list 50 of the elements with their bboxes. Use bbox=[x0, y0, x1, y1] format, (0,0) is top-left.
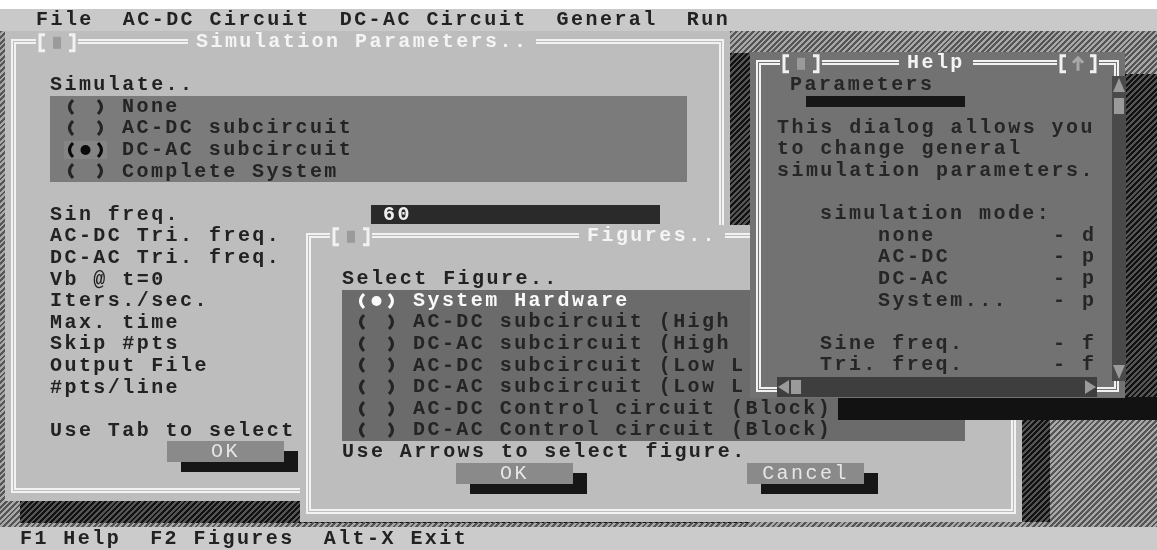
field-label: #pts/line bbox=[50, 376, 181, 399]
group-label: Simulate.. bbox=[50, 74, 195, 96]
help-term: AC-DC bbox=[878, 246, 952, 268]
close-icon[interactable] bbox=[780, 53, 822, 75]
help-paragraph: This dialog allows you to change general simulation parameters. bbox=[777, 116, 1096, 182]
help-key: - p bbox=[1053, 246, 1097, 268]
field-label: Vb @ t=0 bbox=[50, 268, 166, 291]
help-term: none bbox=[878, 224, 937, 247]
menu-item[interactable]: File bbox=[36, 9, 94, 31]
radio-option[interactable]: DC-AC Control circuit (Block) bbox=[342, 419, 965, 441]
field-label: DC-AC Tri. freq. bbox=[50, 246, 282, 269]
help-term: System... bbox=[878, 289, 1010, 312]
ok-button[interactable]: OK bbox=[456, 462, 587, 494]
cancel-button[interactable]: Cancel bbox=[747, 462, 878, 494]
vertical-scrollbar[interactable] bbox=[1112, 76, 1126, 381]
menu-item[interactable]: DC-AC Circuit bbox=[339, 9, 528, 31]
help-key: - p bbox=[1053, 267, 1097, 290]
status-item[interactable]: F1 Help bbox=[20, 527, 122, 550]
help-heading: simulation mode: bbox=[820, 203, 1052, 225]
status-item[interactable]: Alt-X Exit bbox=[323, 527, 469, 550]
field-label: Output File bbox=[50, 354, 209, 377]
radio-option[interactable]: DC-AC subcircuit bbox=[50, 138, 687, 161]
group-label: Select Figure.. bbox=[342, 268, 559, 290]
field-label: Max. time bbox=[50, 311, 181, 334]
window-title: Help bbox=[899, 52, 973, 74]
zoom-icon[interactable] bbox=[1057, 53, 1099, 75]
menu-item[interactable]: General bbox=[556, 9, 658, 31]
radio-option[interactable]: Complete System bbox=[50, 160, 687, 183]
hint-text: Use Arrows to select figure. bbox=[342, 440, 747, 463]
help-key: - f bbox=[1053, 332, 1097, 355]
input-field[interactable]: 60 bbox=[371, 204, 660, 224]
hint-text: Use Tab to select bbox=[50, 419, 296, 442]
help-key: - p bbox=[1053, 289, 1097, 312]
help-term: DC-AC bbox=[878, 267, 952, 290]
help-term: Tri. freq. bbox=[820, 354, 966, 376]
menu-item[interactable]: AC-DC Circuit bbox=[122, 9, 311, 31]
field-label: AC-DC Tri. freq. bbox=[50, 225, 282, 247]
menu-item[interactable]: Run bbox=[686, 9, 731, 31]
help-key: - d bbox=[1053, 224, 1097, 247]
radio-option[interactable]: None bbox=[50, 95, 687, 118]
horizontal-scrollbar[interactable] bbox=[777, 377, 1097, 397]
status-item[interactable]: F2 Figures bbox=[150, 527, 295, 550]
help-key: - f bbox=[1053, 354, 1097, 376]
field-label: Sin freq. bbox=[50, 203, 181, 226]
field-label: Skip #pts bbox=[50, 333, 181, 355]
ok-button[interactable]: OK bbox=[167, 441, 298, 473]
help-term: Sine freq. bbox=[820, 332, 966, 355]
close-icon[interactable] bbox=[36, 32, 78, 54]
field-label: Iters./sec. bbox=[50, 290, 209, 312]
radio-option[interactable]: AC-DC subcircuit bbox=[50, 117, 687, 139]
